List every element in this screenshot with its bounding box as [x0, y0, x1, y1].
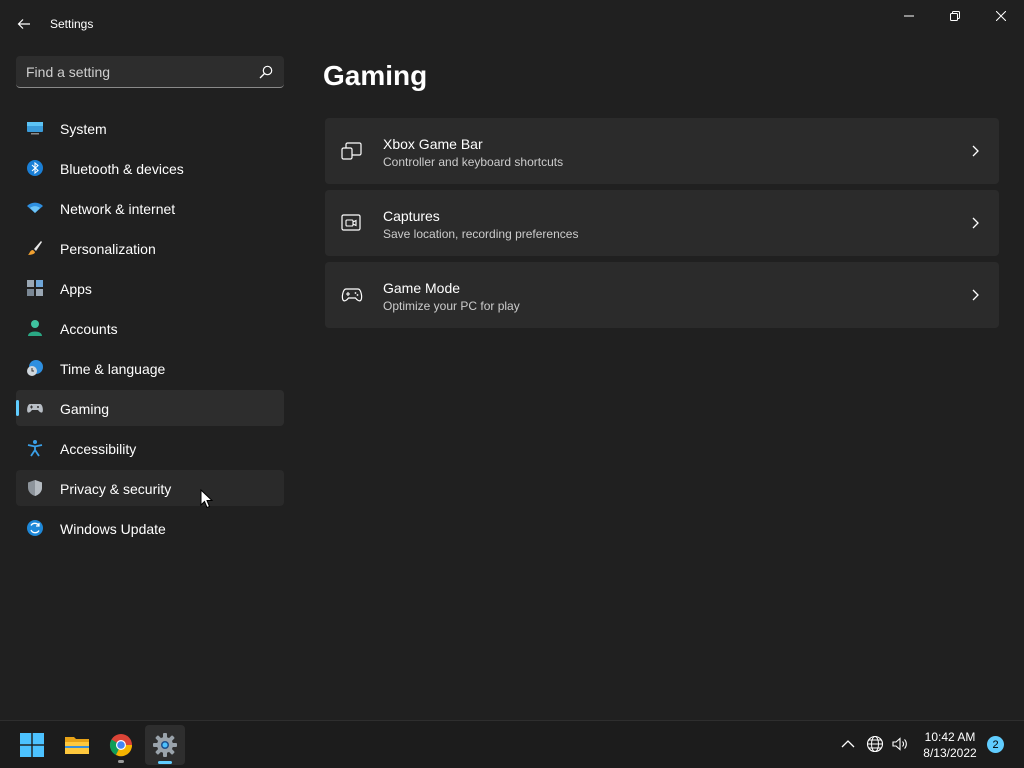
capture-icon	[341, 214, 361, 231]
search-input[interactable]	[16, 56, 252, 87]
chevron-right-icon	[972, 289, 979, 301]
game-bar-icon	[341, 142, 362, 160]
title-bar: Settings	[0, 0, 1024, 48]
card-title: Captures	[383, 208, 440, 224]
taskbar-clock[interactable]: 10:42 AM 8/13/2022	[916, 729, 984, 761]
sidebar-item-label: Bluetooth & devices	[60, 161, 184, 177]
folder-icon	[65, 737, 89, 754]
search-icon[interactable]	[256, 62, 276, 82]
restore-icon	[950, 11, 960, 21]
running-indicator	[118, 760, 124, 763]
windows-start-icon	[20, 733, 44, 757]
sidebar-item-label: Accessibility	[60, 441, 137, 457]
game-mode-icon	[341, 288, 363, 302]
taskbar-start-button[interactable]	[12, 725, 52, 765]
chevron-up-icon[interactable]	[839, 735, 857, 753]
notification-badge[interactable]: 2	[987, 736, 1004, 753]
brush-icon	[28, 241, 42, 255]
close-button[interactable]	[978, 0, 1024, 32]
settings-gear-icon	[153, 733, 177, 757]
minimize-icon	[904, 15, 914, 17]
app-title: Settings	[50, 17, 94, 31]
apps-icon	[27, 280, 43, 296]
wifi-icon	[27, 202, 43, 213]
monitor-icon	[27, 122, 43, 135]
sidebar-item-personalization[interactable]: Personalization	[16, 230, 284, 266]
chevron-right-icon	[972, 145, 979, 157]
sidebar-item-label: Windows Update	[60, 521, 166, 537]
sidebar-item-accessibility[interactable]: Accessibility	[16, 430, 284, 466]
sidebar-item-label: Apps	[60, 281, 92, 297]
person-icon	[28, 320, 42, 336]
sidebar-item-network[interactable]: Network & internet	[16, 190, 284, 226]
search-box	[16, 56, 284, 88]
sidebar-item-gaming[interactable]: Gaming	[16, 390, 284, 426]
sidebar-item-label: Privacy & security	[60, 481, 172, 497]
network-globe-icon[interactable]	[866, 735, 884, 753]
back-button[interactable]	[8, 8, 40, 40]
card-title: Game Mode	[383, 280, 461, 296]
card-xbox-game-bar[interactable]: Xbox Game Bar Controller and keyboard sh…	[325, 118, 999, 184]
clock-date: 8/13/2022	[923, 746, 977, 760]
taskbar-chrome[interactable]	[101, 725, 141, 765]
sidebar-item-label: Network & internet	[60, 201, 176, 217]
taskbar-settings[interactable]	[145, 725, 185, 765]
sidebar-item-privacy-security[interactable]: Privacy & security	[16, 470, 284, 506]
gamepad-icon	[27, 404, 43, 413]
card-captures[interactable]: Captures Save location, recording prefer…	[325, 190, 999, 256]
card-title: Xbox Game Bar	[383, 136, 483, 152]
minimize-button[interactable]	[886, 0, 932, 32]
back-arrow-icon	[17, 19, 30, 29]
active-indicator	[158, 761, 172, 764]
close-icon	[996, 11, 1006, 21]
card-subtitle: Optimize your PC for play	[383, 299, 520, 313]
update-icon	[27, 520, 43, 536]
card-subtitle: Controller and keyboard shortcuts	[383, 155, 564, 169]
clock-time: 10:42 AM	[924, 730, 976, 744]
sidebar-item-accounts[interactable]: Accounts	[16, 310, 284, 346]
chrome-icon	[109, 734, 133, 757]
sidebar-item-time-language[interactable]: Time & language	[16, 350, 284, 386]
accessibility-icon	[27, 440, 43, 457]
card-subtitle: Save location, recording preferences	[383, 227, 579, 241]
sidebar-nav: System Bluetooth & devices Network & int…	[16, 110, 284, 550]
mouse-cursor-icon	[200, 489, 214, 509]
restore-button[interactable]	[932, 0, 978, 32]
sidebar-item-windows-update[interactable]: Windows Update	[16, 510, 284, 546]
shield-icon	[28, 480, 42, 496]
card-game-mode[interactable]: Game Mode Optimize your PC for play	[325, 262, 999, 328]
taskbar-file-explorer[interactable]	[57, 725, 97, 765]
page-title: Gaming	[323, 60, 428, 91]
volume-icon[interactable]	[891, 735, 909, 753]
bluetooth-icon	[27, 160, 43, 176]
sidebar-item-apps[interactable]: Apps	[16, 270, 284, 306]
chevron-right-icon	[972, 217, 979, 229]
sidebar-item-label: Time & language	[60, 361, 166, 377]
sidebar-item-bluetooth[interactable]: Bluetooth & devices	[16, 150, 284, 186]
sidebar-item-label: Personalization	[60, 241, 156, 257]
settings-cards: Xbox Game Bar Controller and keyboard sh…	[325, 118, 999, 334]
sidebar-item-label: System	[60, 121, 107, 137]
sidebar-item-label: Gaming	[60, 401, 110, 417]
sidebar-item-label: Accounts	[60, 321, 118, 337]
selection-indicator	[16, 400, 19, 416]
taskbar: 10:42 AM 8/13/2022 2	[0, 720, 1024, 768]
sidebar-item-system[interactable]: System	[16, 110, 284, 146]
clock-globe-icon	[27, 360, 43, 376]
